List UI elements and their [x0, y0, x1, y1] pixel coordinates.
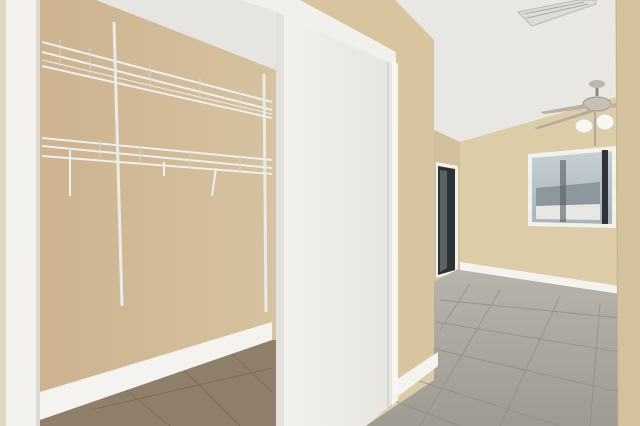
left-door-frame: [0, 0, 40, 426]
window: [528, 146, 616, 228]
sliding-closet-door: [276, 12, 398, 426]
right-wall-edge: [616, 0, 640, 426]
dark-doorway: [436, 162, 458, 278]
room-photo: [0, 0, 640, 426]
room-illustration: [0, 0, 640, 426]
